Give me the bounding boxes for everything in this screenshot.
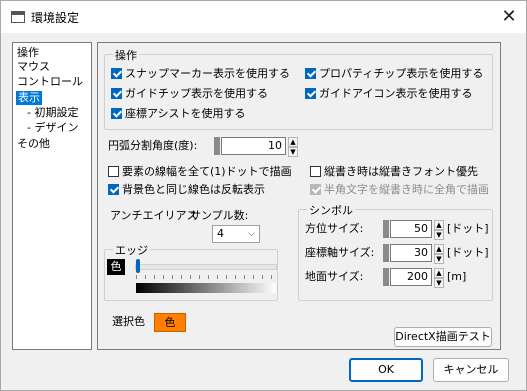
edge-slider-track[interactable] [135, 264, 277, 270]
guide-tip-checkbox[interactable]: ガイドチップ表示を使用する [111, 87, 268, 101]
spin-down-icon[interactable]: ▼ [288, 147, 298, 157]
spin-down-icon[interactable]: ▼ [434, 278, 444, 288]
guide-tip-label: ガイドチップ表示を使用する [125, 87, 268, 100]
spinner-arrows[interactable]: ▲ ▼ [434, 244, 444, 264]
dialog-content: 操作 マウス コントロール 表示 - 初期設定 - デザイン その他 操作 スナ… [1, 33, 526, 390]
direction-size-unit: [ドット] [447, 222, 489, 235]
window-title: 環境設定 [31, 11, 80, 25]
snap-marker-checkbox[interactable]: スナップマーカー表示を使用する [111, 67, 290, 81]
window-icon [11, 11, 25, 23]
spinner-handle [383, 220, 389, 238]
vertical-font-priority-label: 縦書き時は縦書きフォント優先 [324, 165, 478, 178]
direction-size-spinner[interactable]: 50 ▲ ▼ [383, 220, 455, 240]
spinner-arrows[interactable]: ▲ ▼ [434, 220, 444, 240]
title-bar: 環境設定 ✕ [1, 1, 526, 33]
display-settings-panel: 操作 スナップマーカー表示を使用する プロパティチップ表示を使用する ガイドチッ… [97, 42, 501, 350]
selection-color-button[interactable]: 色 [154, 313, 186, 332]
ok-button[interactable]: OK [349, 358, 423, 382]
halfwidth-fullwidth-vertical-label: 半角文字を縦書き時に全角で描画 [324, 183, 489, 196]
halfwidth-fullwidth-vertical-checkbox: 半角文字を縦書き時に全角で描画 [310, 183, 489, 197]
edge-group-title: エッジ [113, 242, 150, 258]
spinner-handle [383, 268, 389, 286]
checkbox-checked-icon[interactable] [305, 68, 316, 79]
spin-up-icon[interactable]: ▲ [288, 137, 298, 147]
spin-down-icon[interactable]: ▼ [434, 254, 444, 264]
ground-size-input[interactable]: 200 [390, 268, 432, 286]
axis-size-unit: [ドット] [447, 246, 489, 259]
category-item-design[interactable]: - デザイン [27, 121, 78, 135]
directx-test-button[interactable]: DirectX描画テスト [394, 327, 492, 347]
checkbox-checked-icon[interactable] [111, 68, 122, 79]
checkbox-checked-icon[interactable] [305, 88, 316, 99]
category-item-other[interactable]: その他 [17, 137, 50, 151]
arc-division-label: 円弧分割角度(度): [108, 139, 198, 152]
spinner-handle [383, 244, 389, 262]
checkbox-checked-icon [310, 184, 321, 195]
spinner-arrows[interactable]: ▲ ▼ [288, 137, 298, 157]
spin-up-icon[interactable]: ▲ [434, 268, 444, 278]
selection-color-label: 選択色 [112, 315, 145, 328]
category-item-mouse[interactable]: マウス [17, 60, 50, 74]
arc-division-input[interactable]: 10 [221, 137, 286, 155]
close-button[interactable]: ✕ [492, 1, 526, 33]
direction-size-label: 方位サイズ: [305, 222, 364, 235]
sample-count-select[interactable]: 4 ⌵ [212, 225, 260, 243]
edge-group: エッジ 色 [104, 242, 278, 301]
coordinate-assist-label: 座標アシストを使用する [125, 107, 246, 120]
category-item-control[interactable]: コントロール [17, 75, 83, 89]
direction-size-input[interactable]: 50 [390, 220, 432, 238]
operation-group-title: 操作 [113, 47, 139, 63]
edge-color-button[interactable]: 色 [107, 259, 125, 275]
category-item-display[interactable]: 表示 [16, 91, 42, 105]
property-tip-checkbox[interactable]: プロパティチップ表示を使用する [305, 67, 483, 81]
ground-size-label: 地面サイズ: [305, 270, 364, 283]
spin-up-icon[interactable]: ▲ [434, 244, 444, 254]
property-tip-label: プロパティチップ表示を使用する [319, 67, 484, 80]
checkbox-checked-icon[interactable] [111, 88, 122, 99]
axis-size-input[interactable]: 30 [390, 244, 432, 262]
snap-marker-label: スナップマーカー表示を使用する [125, 67, 290, 80]
invert-background-line-label: 背景色と同じ線色は反転表示 [122, 183, 265, 196]
spinner-arrows[interactable]: ▲ ▼ [434, 268, 444, 288]
checkbox-checked-icon[interactable] [108, 184, 119, 195]
ground-size-spinner[interactable]: 200 ▲ ▼ [383, 268, 455, 288]
operation-group: 操作 スナップマーカー表示を使用する プロパティチップ表示を使用する ガイドチッ… [104, 47, 493, 130]
sample-count-label: サンプル数: [190, 209, 249, 222]
axis-size-label: 座標軸サイズ: [305, 246, 375, 259]
guide-icon-label: ガイドアイコン表示を使用する [319, 87, 473, 100]
line-width-one-dot-label: 要素の線幅を全て(1)ドットで描画 [122, 165, 292, 178]
spin-up-icon[interactable]: ▲ [434, 220, 444, 230]
invert-background-line-checkbox[interactable]: 背景色と同じ線色は反転表示 [108, 183, 265, 197]
line-width-one-dot-checkbox[interactable]: 要素の線幅を全て(1)ドットで描画 [108, 165, 292, 179]
sample-count-value: 4 [217, 227, 224, 240]
checkbox-checked-icon[interactable] [111, 108, 122, 119]
coordinate-assist-checkbox[interactable]: 座標アシストを使用する [111, 107, 246, 121]
settings-dialog: 環境設定 ✕ 操作 マウス コントロール 表示 - 初期設定 - デザイン その… [0, 0, 527, 391]
guide-icon-checkbox[interactable]: ガイドアイコン表示を使用する [305, 87, 472, 101]
arc-division-spinner[interactable]: 10 ▲ ▼ [214, 137, 309, 157]
edge-slider-thumb[interactable] [136, 259, 140, 273]
category-item-initial-settings[interactable]: - 初期設定 [27, 106, 78, 120]
axis-size-spinner[interactable]: 30 ▲ ▼ [383, 244, 455, 264]
category-list[interactable]: 操作 マウス コントロール 表示 - 初期設定 - デザイン その他 [12, 42, 92, 350]
spin-down-icon[interactable]: ▼ [434, 230, 444, 240]
cancel-button[interactable]: キャンセル [433, 358, 509, 382]
ground-size-unit: [m] [447, 270, 467, 283]
checkbox-unchecked-icon[interactable] [310, 166, 321, 177]
checkbox-unchecked-icon[interactable] [108, 166, 119, 177]
chevron-down-icon: ⌵ [248, 229, 255, 239]
category-item-operation[interactable]: 操作 [17, 46, 39, 60]
antialias-label: アンチエイリアス [110, 209, 198, 222]
edge-gradient-preview [136, 283, 276, 293]
symbol-group-title: シンボル [307, 202, 355, 218]
vertical-font-priority-checkbox[interactable]: 縦書き時は縦書きフォント優先 [310, 165, 478, 179]
edge-slider-ticks [136, 275, 276, 279]
spinner-handle [214, 137, 220, 155]
symbol-group: シンボル 方位サイズ: 50 ▲ ▼ [ドット] 座標軸サイズ: 30 ▲ ▼ … [298, 202, 493, 301]
